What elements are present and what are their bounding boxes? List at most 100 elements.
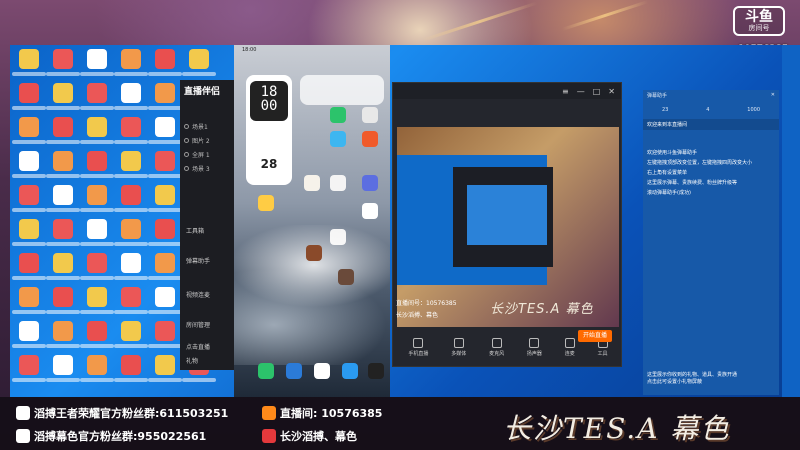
chat-stats: 23 4 1000 xyxy=(643,107,779,113)
tool-gift[interactable]: 礼物 xyxy=(186,356,198,365)
desktop-shortcut-icon[interactable] xyxy=(80,185,114,219)
tool-barrage-assistant[interactable]: 弹幕助手 xyxy=(186,256,210,265)
desktop-shortcut-icon[interactable] xyxy=(46,117,80,151)
desktop-shortcut-icon[interactable] xyxy=(12,151,46,185)
app-icon xyxy=(19,219,39,239)
qq-icon[interactable] xyxy=(314,363,330,379)
desktop-shortcut-icon[interactable] xyxy=(148,355,182,389)
desktop-shortcut-icon[interactable] xyxy=(80,355,114,389)
desktop-shortcut-icon[interactable] xyxy=(114,355,148,389)
desktop-shortcut-icon[interactable] xyxy=(114,49,148,83)
desktop-shortcut-icon[interactable] xyxy=(148,253,182,287)
eye-icon[interactable] xyxy=(184,137,189,143)
phone-app-icon[interactable] xyxy=(330,107,346,123)
desktop-shortcut-icon[interactable] xyxy=(12,321,46,355)
desktop-shortcut-icon[interactable] xyxy=(12,287,46,321)
desktop-shortcut-icon[interactable] xyxy=(12,219,46,253)
desktop-shortcut-icon[interactable] xyxy=(148,321,182,355)
desktop-shortcut-icon[interactable] xyxy=(80,83,114,117)
desktop-shortcut-icon[interactable] xyxy=(12,83,46,117)
desktop-shortcut-icon[interactable] xyxy=(46,321,80,355)
game-app-icon[interactable] xyxy=(306,245,322,261)
eye-icon[interactable] xyxy=(184,151,189,157)
desktop-shortcut-icon[interactable] xyxy=(114,117,148,151)
scene-item[interactable]: 场景1 xyxy=(184,120,234,132)
desktop-shortcut-icon[interactable] xyxy=(80,287,114,321)
maximize-icon[interactable]: □ xyxy=(593,87,601,96)
phone-app-icon[interactable] xyxy=(330,131,346,147)
desktop-shortcut-icon[interactable] xyxy=(148,117,182,151)
desktop-shortcut-icon[interactable] xyxy=(46,219,80,253)
desktop-shortcut-icon[interactable] xyxy=(46,253,80,287)
chat-footer-line[interactable]: 点击此可设置小礼物屏蔽 xyxy=(647,379,737,386)
desktop-shortcut-icon[interactable] xyxy=(46,151,80,185)
speaker-button[interactable]: 扬声器 xyxy=(527,337,542,357)
eye-icon[interactable] xyxy=(184,165,189,171)
microphone-button[interactable]: 麦克风 xyxy=(489,337,504,357)
desktop-shortcut-icon[interactable] xyxy=(46,83,80,117)
desktop-shortcut-icon[interactable] xyxy=(114,185,148,219)
browser-icon[interactable] xyxy=(342,363,358,379)
desktop-shortcut-icon[interactable] xyxy=(12,185,46,219)
desktop-shortcut-icon[interactable] xyxy=(148,83,182,117)
desktop-shortcut-icon[interactable] xyxy=(80,219,114,253)
desktop-shortcut-icon[interactable] xyxy=(46,185,80,219)
close-icon[interactable]: ✕ xyxy=(771,92,775,99)
phone-app-icon[interactable] xyxy=(362,131,378,147)
close-icon[interactable]: ✕ xyxy=(608,87,615,96)
game-app-icon[interactable] xyxy=(338,269,354,285)
app-icon xyxy=(19,253,39,273)
desktop-shortcut-icon[interactable] xyxy=(12,49,46,83)
desktop-shortcut-icon[interactable] xyxy=(80,253,114,287)
desktop-shortcut-icon[interactable] xyxy=(80,117,114,151)
desktop-shortcut-icon[interactable] xyxy=(46,49,80,83)
desktop-shortcut-icon[interactable] xyxy=(12,355,46,389)
tool-video-link[interactable]: 视频连麦 xyxy=(186,290,210,299)
desktop-shortcut-icon[interactable] xyxy=(80,321,114,355)
desktop-shortcut-icon[interactable] xyxy=(46,355,80,389)
desktop-shortcut-icon[interactable] xyxy=(148,151,182,185)
phone-app-icon[interactable] xyxy=(330,175,346,191)
scene-item[interactable]: 全屏 1 xyxy=(184,148,234,160)
shortcut-label xyxy=(80,344,114,348)
phone-app-icon[interactable] xyxy=(304,175,320,191)
menu-icon[interactable]: ≡ xyxy=(562,87,569,96)
desktop-shortcut-icon[interactable] xyxy=(80,151,114,185)
desktop-shortcut-icon[interactable] xyxy=(148,49,182,83)
phone-app-icon[interactable] xyxy=(362,203,378,219)
tool-room-manage[interactable]: 房间管理 xyxy=(186,320,210,329)
desktop-shortcut-icon[interactable] xyxy=(114,219,148,253)
calendar-widget[interactable]: 28 xyxy=(246,143,292,185)
desktop-shortcut-icon[interactable] xyxy=(114,321,148,355)
minimize-icon[interactable]: — xyxy=(577,87,585,96)
desktop-shortcut-icon[interactable] xyxy=(12,253,46,287)
phone-app-icon[interactable] xyxy=(362,175,378,191)
desktop-shortcut-icon[interactable] xyxy=(12,117,46,151)
desktop-shortcut-icon[interactable] xyxy=(114,151,148,185)
desktop-shortcut-icon[interactable] xyxy=(46,287,80,321)
desktop-shortcut-icon[interactable] xyxy=(114,287,148,321)
weather-widget[interactable] xyxy=(300,75,384,105)
messages-icon[interactable] xyxy=(286,363,302,379)
tool-toolbox[interactable]: 工具箱 xyxy=(186,226,204,235)
desktop-shortcut-icon[interactable] xyxy=(80,49,114,83)
settings-icon[interactable] xyxy=(362,107,378,123)
camera-icon[interactable] xyxy=(368,363,384,379)
scene-item[interactable]: 场景 3 xyxy=(184,162,234,174)
scene-item[interactable]: 图片 2 xyxy=(184,134,234,146)
desktop-shortcut-icon[interactable] xyxy=(182,49,216,83)
eye-icon[interactable] xyxy=(184,123,189,129)
mobile-live-button[interactable]: 手机直播 xyxy=(408,337,428,357)
desktop-shortcut-icon[interactable] xyxy=(148,185,182,219)
desktop-shortcut-icon[interactable] xyxy=(148,219,182,253)
desktop-shortcut-icon[interactable] xyxy=(114,253,148,287)
link-mic-button[interactable]: 连麦 xyxy=(564,337,575,357)
start-live-button[interactable]: 开始直播 xyxy=(578,330,612,342)
preview-canvas[interactable] xyxy=(397,127,619,327)
media-button[interactable]: 多媒体 xyxy=(451,337,466,357)
tool-click-live[interactable]: 点击直播 xyxy=(186,342,210,351)
folder-icon[interactable] xyxy=(258,195,274,211)
phone-call-icon[interactable] xyxy=(258,363,274,379)
desktop-shortcut-icon[interactable] xyxy=(148,287,182,321)
desktop-shortcut-icon[interactable] xyxy=(114,83,148,117)
